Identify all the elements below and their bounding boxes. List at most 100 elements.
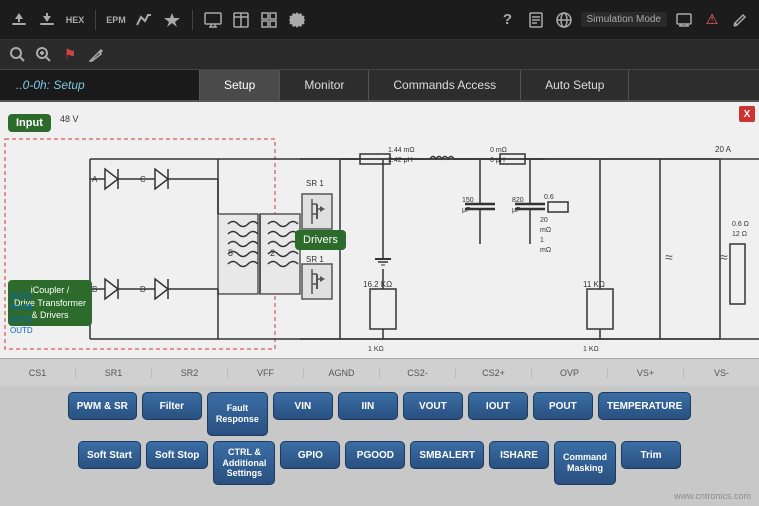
pin-vff: VFF	[228, 368, 304, 378]
pin-labels-bar: CS1 SR1 SR2 VFF AGND CS2- CS2+ OVP VS+ V…	[0, 358, 759, 386]
pin-sr2: SR2	[152, 368, 228, 378]
pgood-button[interactable]: PGOOD	[345, 441, 405, 469]
star-icon[interactable]	[161, 9, 183, 31]
outb-label: OUTB	[10, 302, 33, 313]
svg-text:2: 2	[270, 248, 275, 258]
toolbar-right: ? Simulation Mode ⚠	[497, 9, 751, 31]
pin-vs+: VS+	[608, 368, 684, 378]
pout-button[interactable]: POUT	[533, 392, 593, 420]
svg-text:0 μH: 0 μH	[490, 157, 505, 164]
pwm-sr-button[interactable]: PWM & SR	[68, 392, 137, 420]
table-icon[interactable]	[230, 9, 252, 31]
grid-icon[interactable]	[258, 9, 280, 31]
circuit-diagram: X Input 48 V iCoupler / Drive Transforme…	[0, 102, 759, 386]
nav-commands-access[interactable]: Commands Access	[369, 70, 521, 100]
iout-button[interactable]: IOUT	[468, 392, 528, 420]
pin-cs2-: CS2-	[380, 368, 456, 378]
command-masking-button[interactable]: Command Masking	[554, 441, 616, 485]
upload-icon[interactable]	[8, 9, 30, 31]
button-row-1: PWM & SR Filter Fault Response VIN IIN V…	[8, 392, 751, 436]
svg-text:SR 1: SR 1	[306, 179, 324, 188]
navigation-bar: ..0-0h: Setup Setup Monitor Commands Acc…	[0, 70, 759, 102]
svg-text:0.6: 0.6	[544, 194, 554, 201]
vout-button[interactable]: VOUT	[403, 392, 463, 420]
bottom-control-panel: PWM & SR Filter Fault Response VIN IIN V…	[0, 386, 759, 506]
svg-text:150: 150	[462, 197, 474, 204]
svg-text:20: 20	[540, 217, 548, 224]
epm-icon[interactable]: EPM	[105, 9, 127, 31]
svg-text:1: 1	[540, 237, 544, 244]
svg-text:mΩ: mΩ	[540, 227, 551, 234]
hex-label-icon[interactable]: HEX	[64, 9, 86, 31]
svg-text:820: 820	[512, 197, 524, 204]
zoom-icon[interactable]	[34, 45, 54, 65]
pin-ovp: OVP	[532, 368, 608, 378]
document-icon[interactable]	[525, 9, 547, 31]
circuit-svg: 5 2 SR 1	[0, 102, 759, 386]
temperature-button[interactable]: TEMPERATURE	[598, 392, 691, 420]
fault-response-button[interactable]: Fault Response	[207, 392, 268, 436]
secondary-toolbar: ⚑	[0, 40, 759, 70]
separator	[95, 10, 96, 30]
output-labels: OUTA OUTB OUTC OUTD	[10, 291, 33, 336]
search-icon[interactable]	[8, 45, 28, 65]
svg-text:1 KΩ: 1 KΩ	[583, 346, 599, 353]
separator2	[192, 10, 193, 30]
settings-icon[interactable]	[286, 9, 308, 31]
svg-text:20 A: 20 A	[715, 145, 732, 154]
flag-icon[interactable]: ⚑	[60, 45, 80, 65]
display-icon[interactable]	[202, 9, 224, 31]
outa-label: OUTA	[10, 291, 33, 302]
breadcrumb: ..0-0h: Setup	[0, 70, 200, 100]
soft-start-button[interactable]: Soft Start	[78, 441, 141, 469]
svg-text:0.6 Ω: 0.6 Ω	[732, 221, 749, 228]
close-button[interactable]: X	[739, 106, 755, 122]
svg-text:≈: ≈	[720, 249, 728, 265]
svg-text:μF: μF	[462, 207, 470, 214]
iin-button[interactable]: IIN	[338, 392, 398, 420]
svg-text:1.44 mΩ: 1.44 mΩ	[388, 147, 415, 154]
voltage-label: 48 V	[60, 114, 79, 124]
svg-text:1 KΩ: 1 KΩ	[368, 346, 384, 353]
pen-icon[interactable]	[729, 9, 751, 31]
draw-icon[interactable]	[86, 45, 106, 65]
gpio-button[interactable]: GPIO	[280, 441, 340, 469]
svg-text:mΩ: mΩ	[540, 247, 551, 254]
svg-text:0 mΩ: 0 mΩ	[490, 147, 507, 154]
help-icon[interactable]: ?	[497, 9, 519, 31]
download-icon[interactable]	[36, 9, 58, 31]
monitor-device-icon[interactable]	[673, 9, 695, 31]
trim-button[interactable]: Trim	[621, 441, 681, 469]
input-block[interactable]: Input	[8, 114, 51, 132]
outd-label: OUTD	[10, 325, 33, 336]
filter-button[interactable]: Filter	[142, 392, 202, 420]
simulation-mode-label: Simulation Mode	[581, 12, 667, 27]
button-row-2: Soft Start Soft Stop CTRL & Additional S…	[8, 441, 751, 485]
svg-text:12 Ω: 12 Ω	[732, 231, 747, 238]
pin-vs-: VS-	[684, 368, 759, 378]
pin-cs1: CS1	[0, 368, 76, 378]
warning-icon[interactable]: ⚠	[701, 9, 723, 31]
main-toolbar: HEX EPM	[0, 0, 759, 40]
svg-text:μF: μF	[512, 207, 520, 214]
globe-icon[interactable]	[553, 9, 575, 31]
outc-label: OUTC	[10, 314, 33, 325]
nav-setup[interactable]: Setup	[200, 70, 280, 100]
nav-auto-setup[interactable]: Auto Setup	[521, 70, 629, 100]
vin-button[interactable]: VIN	[273, 392, 333, 420]
drivers-block[interactable]: Drivers	[295, 230, 346, 250]
signal-icon[interactable]	[133, 9, 155, 31]
svg-text:16.2 KΩ: 16.2 KΩ	[363, 280, 392, 289]
soft-stop-button[interactable]: Soft Stop	[146, 441, 208, 469]
pin-agnd: AGND	[304, 368, 380, 378]
svg-text:≈: ≈	[665, 249, 673, 265]
nav-monitor[interactable]: Monitor	[280, 70, 369, 100]
ishare-button[interactable]: ISHARE	[489, 441, 549, 469]
watermark: www.cntronics.com	[674, 491, 751, 501]
pin-sr1: SR1	[76, 368, 152, 378]
main-content: X Input 48 V iCoupler / Drive Transforme…	[0, 102, 759, 386]
svg-text:SR 1: SR 1	[306, 255, 324, 264]
pin-cs2+: CS2+	[456, 368, 532, 378]
ctrl-settings-button[interactable]: CTRL & Additional Settings	[213, 441, 275, 485]
smbalert-button[interactable]: SMBALERT	[410, 441, 484, 469]
